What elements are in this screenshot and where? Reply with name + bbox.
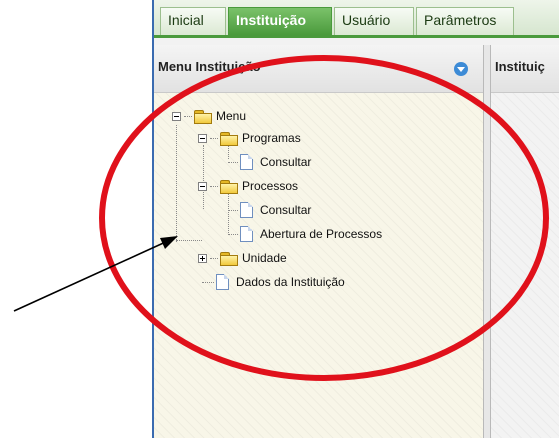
tree-node-programas-consultar[interactable]: Consultar (228, 153, 311, 171)
menu-instituicao-panel: Menu Instituição Menu Programas Consulta… (154, 45, 484, 438)
folder-icon (220, 179, 238, 194)
tree-toggle-minus-icon[interactable] (172, 111, 181, 121)
tree-node-label: Processos (242, 179, 299, 193)
tree-node-programas[interactable]: Programas (198, 129, 301, 147)
file-icon (240, 226, 253, 242)
tree-node-label: Consultar (260, 203, 312, 217)
tree-node-menu[interactable]: Menu (172, 107, 246, 125)
tree-connector (210, 185, 218, 187)
tree-connector (228, 209, 238, 211)
tree-connector (228, 233, 238, 235)
tree-node-label: Unidade (242, 251, 287, 265)
file-icon (240, 202, 253, 218)
tree-node-processos-consultar[interactable]: Consultar (228, 201, 311, 219)
menu-tree: Menu Programas Consultar Processos Consu… (154, 93, 483, 438)
tree-node-unidade[interactable]: Unidade (198, 249, 287, 267)
tab-label: Parâmetros (424, 12, 497, 28)
tab-inicial[interactable]: Inicial (160, 7, 226, 35)
content-area (491, 93, 559, 438)
tree-connector (176, 240, 202, 241)
tree-node-label: Dados da Instituição (236, 275, 345, 289)
tree-toggle-minus-icon[interactable] (198, 181, 207, 191)
tree-toggle-plus-icon[interactable] (198, 253, 207, 263)
tree-connector (210, 257, 218, 259)
application-window: Inicial Instituição Usuário Parâmetros M… (152, 0, 559, 438)
tab-parametros[interactable]: Parâmetros (416, 7, 514, 35)
tree-toggle-minus-icon[interactable] (198, 133, 207, 143)
tree-connector (202, 281, 214, 283)
tree-connector (176, 125, 177, 242)
panel-title: Menu Instituição (158, 59, 261, 74)
file-icon (216, 274, 229, 290)
folder-icon (220, 251, 238, 266)
tree-node-dados-da-instituicao[interactable]: Dados da Instituição (202, 273, 345, 291)
tree-node-label: Menu (216, 109, 247, 123)
folder-icon (194, 109, 212, 124)
tree-connector (210, 137, 218, 139)
tab-label: Inicial (168, 12, 204, 28)
tree-node-label: Programas (242, 131, 301, 145)
main-tab-bar: Inicial Instituição Usuário Parâmetros (154, 0, 559, 38)
file-icon (240, 154, 253, 170)
tree-node-label: Abertura de Processos (260, 227, 383, 241)
collapse-icon[interactable] (454, 62, 468, 76)
folder-icon (220, 131, 238, 146)
panel-header: Menu Instituição (154, 45, 483, 93)
panel-header: Instituiç (491, 45, 559, 93)
tab-instituicao[interactable]: Instituição (228, 7, 332, 35)
tree-node-label: Consultar (260, 155, 312, 169)
tree-connector (184, 115, 192, 117)
tree-node-abertura-de-processos[interactable]: Abertura de Processos (228, 225, 382, 243)
tab-label: Instituição (236, 12, 307, 28)
tab-label: Usuário (342, 12, 391, 28)
tree-node-processos[interactable]: Processos (198, 177, 298, 195)
tree-connector (228, 161, 238, 163)
tab-usuario[interactable]: Usuário (334, 7, 414, 35)
panel-title: Instituiç (495, 59, 545, 74)
annotation-arrow (13, 239, 171, 312)
instituicao-panel: Instituiç (490, 45, 559, 438)
